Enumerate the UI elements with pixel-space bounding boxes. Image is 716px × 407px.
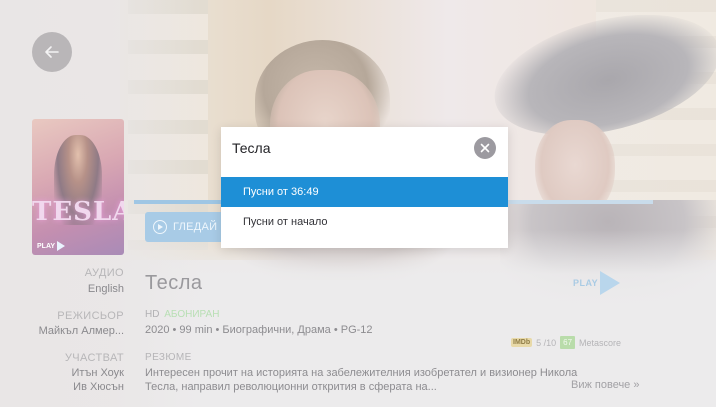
- movie-facts: 2020 • 99 min • Биографични, Драма • PG-…: [145, 324, 373, 336]
- watch-button[interactable]: ГЛЕДАЙ: [145, 212, 233, 242]
- subscription-badge: АБОНИРАН: [164, 309, 220, 320]
- movie-title: Тесла: [145, 272, 203, 294]
- quality-badge: HD: [145, 309, 160, 320]
- director-label: РЕЖИСЬОР: [57, 310, 124, 322]
- quality-badges: HD АБОНИРАН: [145, 309, 219, 320]
- play-triangle-icon: [600, 271, 621, 295]
- director-value: Майкъл Алмер...: [38, 325, 124, 337]
- close-button[interactable]: [474, 137, 496, 159]
- dialog-title: Тесла: [232, 140, 271, 156]
- resume-option[interactable]: Пусни от 36:49: [221, 177, 508, 207]
- provider-name: PLAY: [573, 278, 599, 288]
- play-circle-icon: [153, 220, 167, 234]
- cast-label: УЧАСТВАТ: [64, 352, 124, 364]
- summary-label: РЕЗЮМЕ: [145, 352, 192, 363]
- ratings: IMDb 5 /10 67 Metascore: [511, 336, 621, 349]
- metascore-badge: 67: [560, 336, 576, 349]
- cast-member: Ив Хюсън: [73, 381, 124, 393]
- see-more-link[interactable]: Виж повече »: [571, 379, 639, 391]
- cast-member: Итън Хоук: [71, 367, 124, 379]
- audio-value: English: [87, 283, 124, 295]
- provider-logo: PLAY: [573, 270, 635, 296]
- watch-button-label: ГЛЕДАЙ: [173, 221, 218, 233]
- metascore-label: Metascore: [579, 337, 622, 348]
- resume-dialog: Тесла Пусни от 36:49 Пусни от начало: [221, 127, 508, 248]
- summary-text: Интересен прочит на историята на забележ…: [145, 367, 578, 393]
- imdb-score: 5 /10: [536, 337, 557, 348]
- audio-label: АУДИО: [84, 267, 124, 279]
- start-over-option[interactable]: Пусни от начало: [221, 207, 508, 237]
- meta-column: АУДИО English РЕЖИСЬОР Майкъл Алмер... У…: [0, 0, 124, 407]
- close-icon: [480, 143, 490, 153]
- imdb-logo: IMDb: [511, 338, 533, 347]
